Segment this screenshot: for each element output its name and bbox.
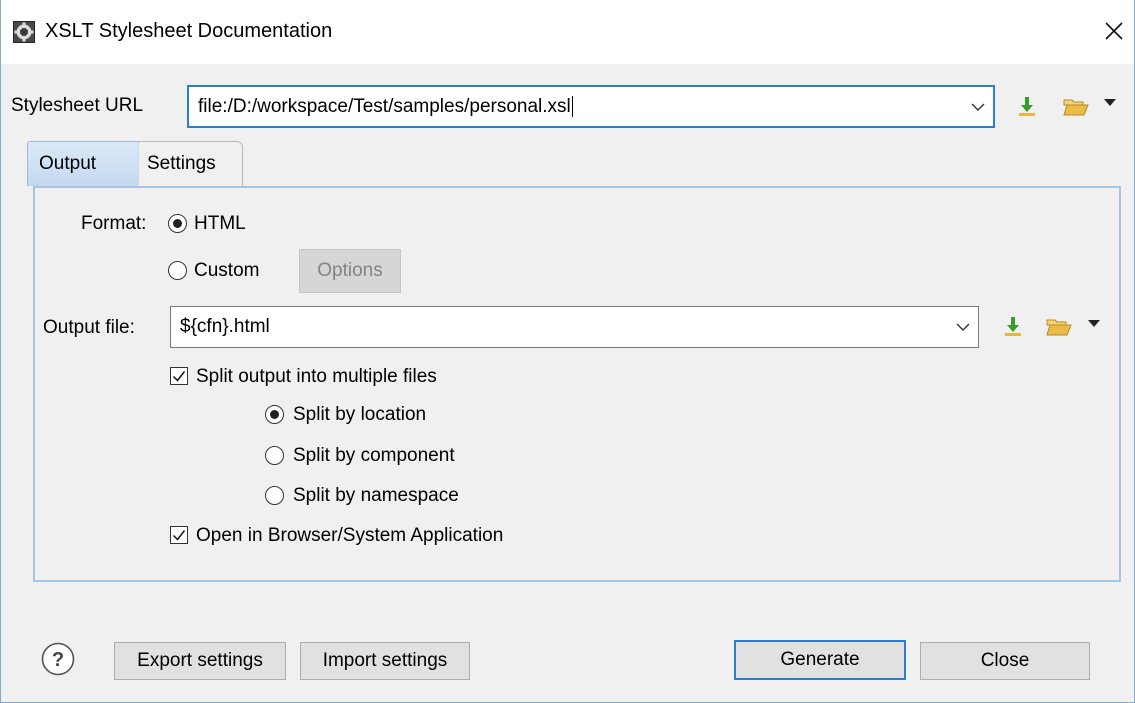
format-label: Format: (81, 213, 147, 234)
format-custom-label[interactable]: Custom (194, 260, 259, 282)
dropdown-arrow-icon[interactable] (1104, 99, 1116, 107)
format-html-label[interactable]: HTML (194, 213, 246, 235)
split-output-checkbox[interactable] (170, 367, 188, 385)
xslt-documentation-dialog: XSLT Stylesheet Documentation Stylesheet… (0, 0, 1135, 703)
close-button[interactable]: Close (920, 642, 1090, 680)
close-icon (1105, 22, 1123, 40)
insert-editor-variables-icon[interactable] (1002, 316, 1024, 338)
export-settings-label: Export settings (137, 650, 263, 671)
tab-settings[interactable]: Settings (139, 141, 243, 186)
help-icon[interactable]: ? (41, 642, 75, 676)
stylesheet-url-value: file:/D:/workspace/Test/samples/personal… (198, 95, 573, 117)
close-window-button[interactable] (1097, 14, 1131, 48)
generate-button[interactable]: Generate (734, 640, 906, 680)
stylesheet-url-label: Stylesheet URL (11, 95, 144, 116)
close-label: Close (980, 650, 1030, 671)
split-by-namespace-label[interactable]: Split by namespace (293, 485, 459, 507)
options-button[interactable]: Options (299, 249, 401, 293)
folder-open-icon[interactable] (1046, 316, 1072, 338)
open-in-browser-label[interactable]: Open in Browser/System Application (196, 525, 503, 547)
format-custom-radio[interactable] (168, 261, 187, 280)
split-output-label[interactable]: Split output into multiple files (196, 366, 437, 388)
split-by-component-label[interactable]: Split by component (293, 445, 455, 467)
split-by-location-label[interactable]: Split by location (293, 404, 426, 426)
format-html-radio[interactable] (168, 214, 187, 233)
folder-open-icon[interactable] (1063, 96, 1089, 118)
open-in-browser-checkbox[interactable] (170, 526, 188, 544)
chevron-down-icon[interactable] (956, 322, 970, 332)
output-file-value: ${cfn}.html (180, 316, 270, 337)
svg-text:?: ? (52, 649, 64, 671)
split-by-location-radio[interactable] (265, 405, 284, 424)
output-file-combo[interactable]: ${cfn}.html (170, 306, 979, 348)
tab-output-label: Output (39, 153, 97, 174)
export-settings-button[interactable]: Export settings (114, 642, 286, 680)
options-button-label: Options (317, 260, 383, 281)
title-bar: XSLT Stylesheet Documentation (1, 0, 1134, 64)
stylesheet-url-combo[interactable]: file:/D:/workspace/Test/samples/personal… (187, 85, 995, 128)
import-settings-label: Import settings (322, 650, 448, 671)
checkmark-icon (172, 371, 186, 382)
output-file-label: Output file: (43, 317, 135, 338)
tab-settings-label: Settings (147, 153, 216, 174)
split-by-component-radio[interactable] (265, 446, 284, 465)
split-by-namespace-radio[interactable] (265, 486, 284, 505)
dropdown-arrow-icon[interactable] (1088, 320, 1100, 328)
insert-editor-variables-icon[interactable] (1016, 96, 1038, 118)
chevron-down-icon[interactable] (971, 102, 985, 112)
checkmark-icon (172, 530, 186, 541)
window-title: XSLT Stylesheet Documentation (45, 20, 333, 42)
gear-icon (13, 21, 35, 43)
tab-output[interactable]: Output (27, 141, 152, 186)
import-settings-button[interactable]: Import settings (300, 642, 470, 680)
generate-label: Generate (780, 649, 860, 670)
